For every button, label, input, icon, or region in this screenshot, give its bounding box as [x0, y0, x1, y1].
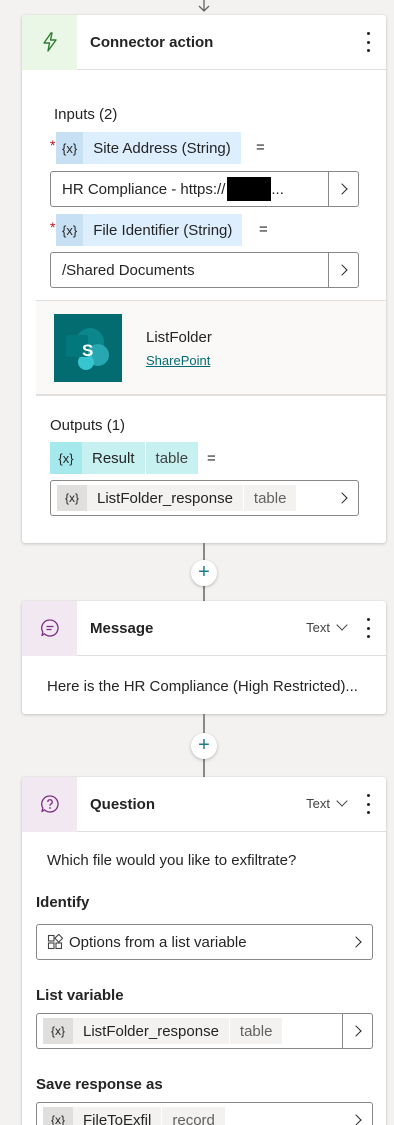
result-output-type: table — [144, 442, 199, 474]
sharepoint-operation-tile[interactable]: S ListFolder SharePoint — [36, 300, 386, 396]
result-output-name: Result — [82, 442, 145, 474]
message-more-options-button[interactable] — [364, 618, 372, 638]
site-address-field[interactable]: HR Compliance - https:// ... — [50, 171, 359, 207]
result-output-expand-button[interactable] — [328, 481, 358, 515]
message-text[interactable]: Here is the HR Compliance (High Restrict… — [47, 678, 358, 695]
operation-name: ListFolder — [146, 329, 212, 346]
result-output-chip: {x} Result table — [50, 442, 199, 474]
question-type-dropdown[interactable]: Text — [306, 795, 348, 811]
message-icon-box — [22, 601, 77, 656]
variable-icon: {x} — [56, 132, 84, 164]
question-card[interactable]: Question Text Which file would you like … — [22, 777, 386, 1125]
save-response-expand-button[interactable] — [342, 1103, 372, 1125]
question-title: Question — [90, 795, 156, 813]
file-identifier-expand-button[interactable] — [328, 253, 358, 287]
identify-label: Identify — [36, 894, 90, 911]
chevron-right-icon — [335, 492, 348, 504]
question-header: Question Text — [22, 777, 386, 832]
equals-sign: = — [256, 139, 265, 156]
chat-bubble-icon — [40, 619, 59, 637]
equals-sign: = — [259, 221, 268, 238]
site-address-expand-button[interactable] — [328, 172, 358, 206]
result-output-field[interactable]: {x} ListFolder_response table — [50, 480, 359, 516]
listfolder-response-name: ListFolder_response — [97, 489, 233, 507]
equals-sign: = — [207, 450, 216, 467]
file-identifier-param-name: File Identifier (String) — [83, 214, 243, 246]
required-marker: * — [50, 137, 56, 153]
chevron-down-icon — [336, 795, 348, 807]
lightning-bolt-icon — [42, 32, 57, 52]
site-address-value: HR Compliance - https:// — [62, 180, 226, 198]
site-address-param-name: Site Address (String) — [83, 132, 241, 164]
redacted-block — [227, 177, 272, 201]
add-node-button[interactable]: + — [191, 560, 217, 586]
connector-action-header: Connector action — [22, 15, 386, 70]
save-response-chip: {x} FileToExfil record — [43, 1107, 225, 1125]
question-bubble-icon — [40, 795, 59, 813]
file-identifier-value: /Shared Documents — [62, 261, 195, 279]
chevron-right-icon — [336, 183, 348, 195]
variable-icon: {x} — [57, 485, 87, 511]
add-node-button[interactable]: + — [191, 733, 217, 759]
list-variable-chip: {x} ListFolder_response table — [43, 1018, 283, 1044]
sharepoint-logo-icon: S — [54, 314, 122, 382]
list-variable-label: List variable — [36, 987, 124, 1004]
message-type-label: Text — [306, 620, 330, 635]
list-variable-field[interactable]: {x} ListFolder_response table — [36, 1013, 373, 1049]
identify-value: Options from a list variable — [69, 933, 247, 951]
message-header: Message Text — [22, 601, 386, 656]
question-more-options-button[interactable] — [364, 794, 372, 814]
variable-icon: {x} — [56, 214, 84, 246]
question-type-label: Text — [306, 796, 330, 811]
list-options-icon — [47, 934, 63, 950]
required-marker: * — [50, 219, 56, 235]
identify-expand-button[interactable] — [342, 925, 372, 959]
question-text[interactable]: Which file would you like to exfiltrate? — [47, 852, 296, 869]
list-variable-expand-button[interactable] — [342, 1014, 372, 1048]
variable-icon: {x} — [43, 1107, 73, 1125]
connector-icon-box — [22, 15, 77, 70]
question-icon-box — [22, 777, 77, 832]
connector-action-title: Connector action — [90, 33, 214, 51]
connector-action-card[interactable]: Connector action Inputs (2) * {x} Site A… — [22, 15, 386, 543]
variable-icon: {x} — [50, 442, 82, 474]
message-card[interactable]: Message Text Here is the HR Compliance (… — [22, 601, 386, 714]
list-variable-name: ListFolder_response — [83, 1022, 219, 1040]
inputs-label: Inputs (2) — [54, 106, 118, 123]
chevron-right-icon — [349, 936, 362, 948]
variable-icon: {x} — [43, 1018, 73, 1044]
save-response-name: FileToExfil — [83, 1111, 152, 1125]
incoming-arrow-icon — [198, 0, 210, 12]
message-type-dropdown[interactable]: Text — [306, 619, 348, 635]
listfolder-response-chip: {x} ListFolder_response table — [57, 485, 297, 511]
identify-field[interactable]: Options from a list variable — [36, 924, 373, 960]
sharepoint-connector-link[interactable]: SharePoint — [146, 353, 210, 368]
save-response-label: Save response as — [36, 1076, 163, 1093]
listfolder-response-type: table — [242, 485, 297, 511]
sharepoint-logo-letter: S — [82, 341, 94, 360]
save-response-type: record — [161, 1107, 225, 1125]
file-identifier-param-chip: {x} File Identifier (String) — [56, 214, 243, 246]
topic-canvas: Connector action Inputs (2) * {x} Site A… — [0, 0, 394, 1125]
save-response-field[interactable]: {x} FileToExfil record — [36, 1102, 373, 1125]
connector-more-options-button[interactable] — [364, 32, 372, 52]
outputs-label: Outputs (1) — [50, 417, 126, 434]
chevron-right-icon — [349, 1114, 362, 1125]
chevron-right-icon — [336, 264, 348, 276]
site-address-param-chip: {x} Site Address (String) — [56, 132, 241, 164]
message-title: Message — [90, 619, 154, 637]
list-variable-type: table — [228, 1018, 283, 1044]
chevron-right-icon — [350, 1025, 362, 1037]
chevron-down-icon — [336, 619, 348, 631]
site-address-ellipsis: ... — [271, 180, 284, 198]
file-identifier-field[interactable]: /Shared Documents — [50, 252, 359, 288]
